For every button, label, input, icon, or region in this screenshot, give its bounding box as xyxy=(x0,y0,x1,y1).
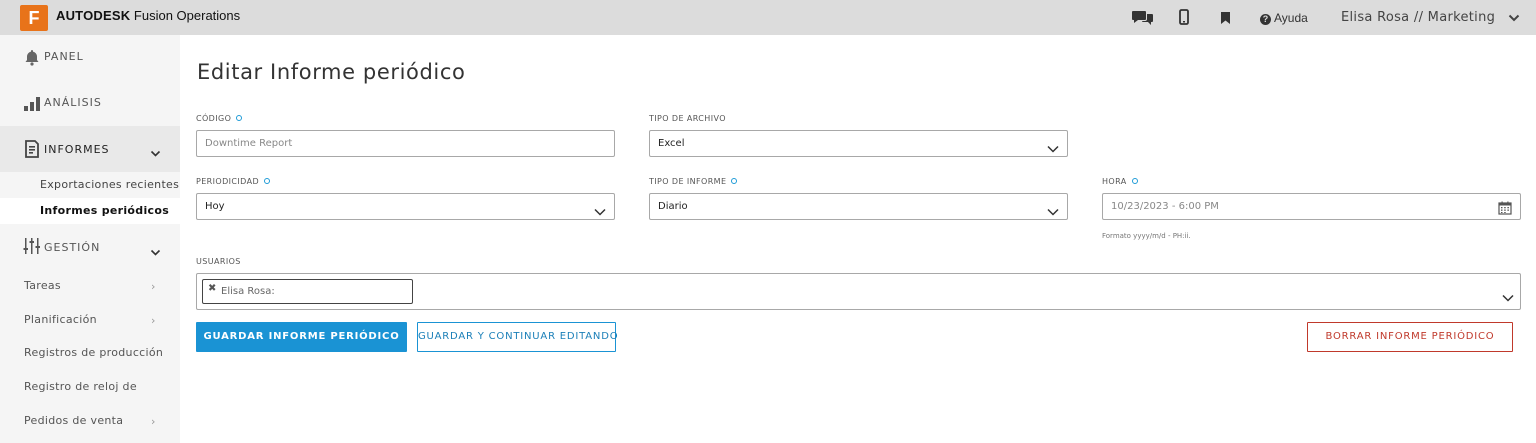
nav-leaf-label: Pedidos de venta xyxy=(24,414,124,427)
hora-format-hint: Formato yyyy/m/d - PH:ii. xyxy=(1102,232,1191,240)
mobile-icon[interactable] xyxy=(1179,9,1189,28)
user-chip: ✖ Elisa Rosa: xyxy=(202,279,413,304)
periodicidad-value: Hoy xyxy=(205,201,225,212)
codigo-label-text: CÓDIGO xyxy=(196,114,232,123)
save-continue-button[interactable]: GUARDAR Y CONTINUAR EDITANDO xyxy=(417,322,618,352)
hora-input[interactable]: 10/23/2023 - 6:00 PM xyxy=(1102,193,1521,220)
codigo-label: CÓDIGO xyxy=(196,114,243,123)
fusion-logo[interactable]: F xyxy=(20,5,48,31)
nav-tareas[interactable]: Tareas › xyxy=(0,271,180,301)
codigo-placeholder: Downtime Report xyxy=(205,138,293,149)
chevron-right-icon: › xyxy=(151,314,156,327)
bell-icon xyxy=(23,48,41,66)
hora-label-text: HORA xyxy=(1102,177,1127,186)
help-link[interactable]: ? Ayuda xyxy=(1260,11,1308,25)
required-icon xyxy=(264,178,271,184)
chevron-down-icon xyxy=(1047,139,1059,158)
nav-analisis[interactable]: ANÁLISIS xyxy=(0,81,180,125)
help-label: Ayuda xyxy=(1274,11,1308,25)
nav-leaf-label: Registros de producción xyxy=(24,346,164,359)
tipo-archivo-select[interactable]: Excel xyxy=(649,130,1068,157)
required-icon xyxy=(731,178,738,184)
nav-informes-label: INFORMES xyxy=(44,143,110,156)
tipo-informe-value: Diario xyxy=(658,201,688,212)
brand-autodesk: AUTODESK xyxy=(56,8,131,23)
periodicidad-select[interactable]: Hoy xyxy=(196,193,615,220)
nav-leaf-label: Registro de reloj de xyxy=(24,380,137,393)
sliders-icon xyxy=(23,237,41,255)
nav-leaf-label: Tareas xyxy=(24,279,61,292)
chevron-down-icon[interactable] xyxy=(1502,288,1514,307)
usuarios-label: USUARIOS xyxy=(196,257,241,266)
nav-exportaciones-recientes[interactable]: Exportaciones recientes xyxy=(0,172,180,198)
nav-analisis-label: ANÁLISIS xyxy=(44,96,102,109)
delete-report-button[interactable]: BORRAR INFORME PERIÓDICO xyxy=(1307,322,1513,352)
brand-product: Fusion Operations xyxy=(130,8,241,23)
periodicidad-label: PERIODICIDAD xyxy=(196,177,271,186)
periodicidad-label-text: PERIODICIDAD xyxy=(196,177,260,186)
report-icon xyxy=(23,140,41,158)
chevron-down-icon[interactable] xyxy=(150,243,161,262)
question-icon: ? xyxy=(1260,14,1271,25)
calendar-icon[interactable] xyxy=(1498,200,1512,219)
save-report-button[interactable]: GUARDAR INFORME PERIÓDICO xyxy=(196,322,407,352)
user-menu[interactable]: Elisa Rosa // Marketing xyxy=(1341,10,1495,25)
tipo-informe-label-text: TIPO DE INFORME xyxy=(649,177,727,186)
tipo-informe-select[interactable]: Diario xyxy=(649,193,1068,220)
top-bar: F AUTODESK Fusion Operations ? Ayuda Elis… xyxy=(0,0,1536,35)
tipo-archivo-label: TIPO DE ARCHIVO xyxy=(649,114,726,123)
nav-registros-produccion[interactable]: Registros de producción xyxy=(0,338,180,368)
chevron-right-icon: › xyxy=(151,415,156,428)
nav-gestion[interactable]: GESTIÓN xyxy=(0,225,180,269)
nav-pedidos-venta[interactable]: Pedidos de venta › xyxy=(0,406,180,436)
user-chip-label: Elisa Rosa: xyxy=(221,286,275,297)
hora-value: 10/23/2023 - 6:00 PM xyxy=(1111,201,1219,212)
chevron-down-icon[interactable] xyxy=(150,144,161,163)
chevron-down-icon xyxy=(1047,202,1059,221)
required-icon xyxy=(236,115,243,121)
remove-chip-icon[interactable]: ✖ xyxy=(208,283,216,294)
tipo-informe-label: TIPO DE INFORME xyxy=(649,177,738,186)
chevron-down-icon xyxy=(594,202,606,221)
sidebar: PANEL ANÁLISIS INFORMES Exportaciones re… xyxy=(0,35,180,443)
chevron-down-icon[interactable] xyxy=(1508,9,1520,28)
nav-panel-label: PANEL xyxy=(44,50,84,63)
bookmark-icon[interactable] xyxy=(1221,11,1230,27)
page-title: Editar Informe periódico xyxy=(197,60,466,84)
nav-informes[interactable]: INFORMES xyxy=(0,126,180,172)
sub-item-label: Informes periódicos xyxy=(40,204,170,217)
nav-planificacion[interactable]: Planificación › xyxy=(0,305,180,335)
nav-informes-periodicos[interactable]: Informes periódicos xyxy=(0,198,180,224)
bar-chart-icon xyxy=(23,94,41,112)
nav-registro-reloj[interactable]: Registro de reloj de xyxy=(0,372,180,402)
chat-icon[interactable] xyxy=(1131,9,1154,29)
chevron-right-icon: › xyxy=(151,280,156,293)
required-icon xyxy=(1131,178,1138,184)
tipo-archivo-value: Excel xyxy=(658,138,685,149)
hora-label: HORA xyxy=(1102,177,1138,186)
codigo-input[interactable]: Downtime Report xyxy=(196,130,615,157)
brand-name: AUTODESK Fusion Operations xyxy=(56,8,240,23)
sub-item-label: Exportaciones recientes xyxy=(40,178,180,191)
nav-gestion-label: GESTIÓN xyxy=(44,241,101,254)
nav-leaf-label: Planificación xyxy=(24,313,97,326)
nav-panel[interactable]: PANEL xyxy=(0,35,180,79)
usuarios-multiselect[interactable]: ✖ Elisa Rosa: xyxy=(196,273,1521,310)
